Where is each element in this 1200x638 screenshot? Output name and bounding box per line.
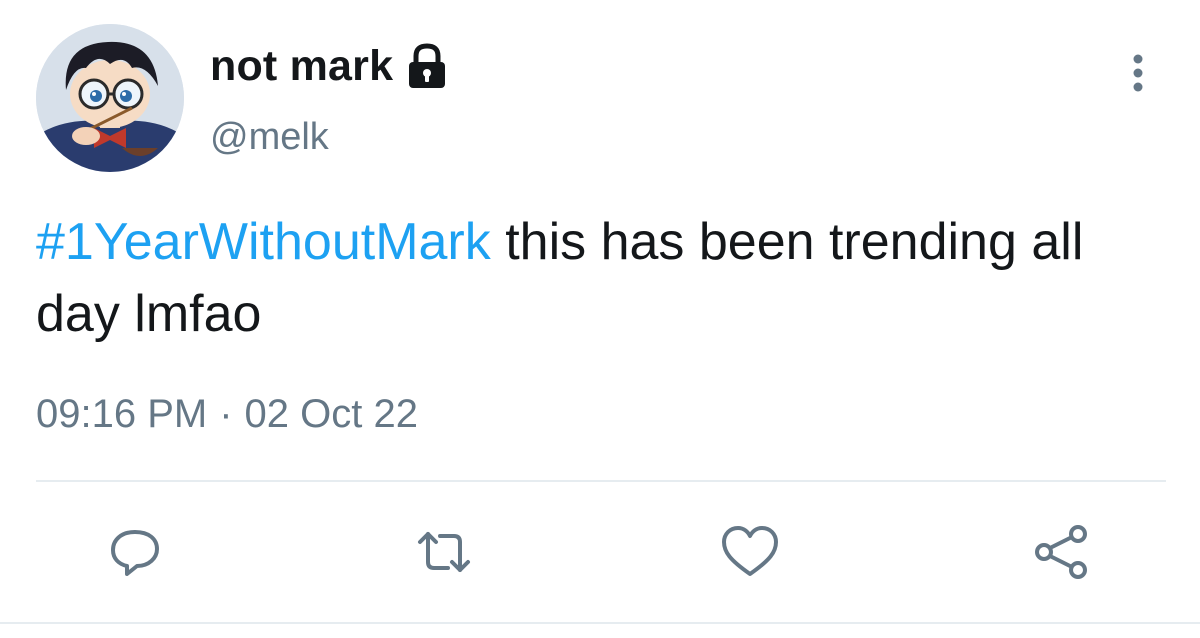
reply-icon (111, 530, 159, 576)
reply-button[interactable] (103, 520, 167, 584)
timestamp-separator: · (219, 392, 233, 436)
share-button[interactable] (1030, 520, 1094, 584)
share-icon (1035, 525, 1087, 579)
avatar[interactable] (36, 24, 184, 172)
like-button[interactable] (718, 520, 782, 584)
heart-icon (722, 526, 778, 576)
hashtag-link[interactable]: #1YearWithoutMark (36, 213, 491, 271)
divider (36, 480, 1166, 482)
more-options-button[interactable] (1118, 48, 1158, 98)
retweet-icon (418, 532, 470, 572)
retweet-button[interactable] (412, 520, 476, 584)
display-name[interactable]: not mark (210, 42, 393, 91)
timestamp[interactable]: 09:16 PM · 02 Oct 22 (36, 392, 418, 437)
more-vertical-icon (1133, 54, 1143, 92)
avatar-image (36, 24, 184, 172)
tweet-time: 09:16 PM (36, 392, 208, 436)
author-row: not mark (210, 38, 449, 94)
bottom-divider (0, 622, 1200, 624)
tweet-date: 02 Oct 22 (244, 392, 418, 436)
lock-icon (405, 42, 449, 90)
user-handle[interactable]: @melk (210, 116, 329, 159)
tweet-text: #1YearWithoutMark this has been trending… (36, 206, 1166, 350)
